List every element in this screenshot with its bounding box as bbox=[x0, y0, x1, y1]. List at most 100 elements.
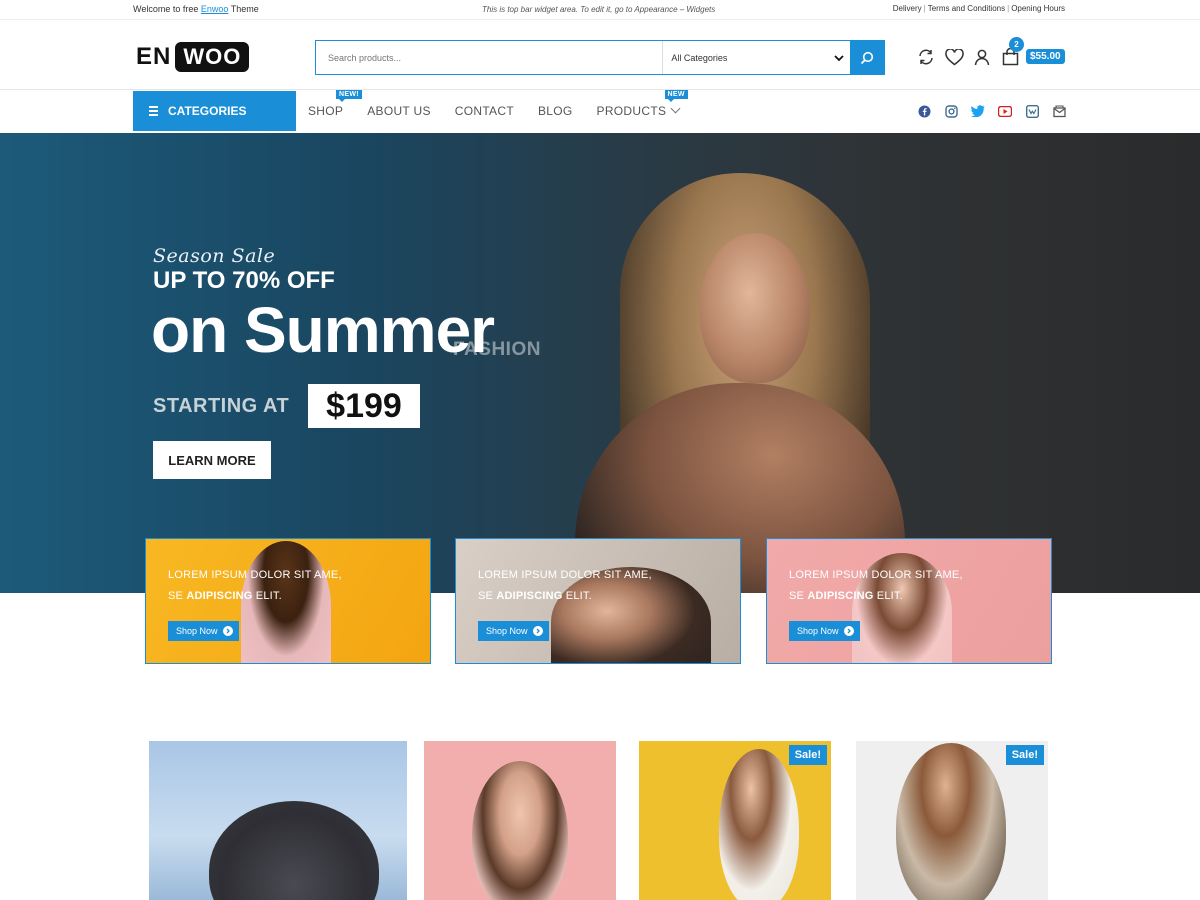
arrow-circle-icon bbox=[843, 626, 854, 636]
social-links bbox=[917, 104, 1066, 118]
shop-now-button[interactable]: Shop Now bbox=[789, 621, 860, 641]
welcome-text: Welcome to free Enwoo Theme bbox=[133, 4, 259, 14]
nav-item-about-us[interactable]: ABOUT US bbox=[367, 104, 431, 118]
header-icons bbox=[912, 45, 1024, 69]
nav-item-blog[interactable]: BLOG bbox=[538, 104, 573, 118]
promo-line1: LOREM IPSUM DOLOR SIT AME, bbox=[478, 569, 652, 581]
nav-item-products[interactable]: PRODUCTS NEW bbox=[596, 90, 688, 118]
promo-banner[interactable]: LOREM IPSUM DOLOR SIT AME, SE ADIPISCING… bbox=[455, 538, 741, 664]
nav-item-contact[interactable]: CONTACT bbox=[455, 104, 514, 118]
cart-total[interactable]: $55.00 bbox=[1026, 49, 1065, 64]
shop-now-button[interactable]: Shop Now bbox=[478, 621, 549, 641]
account-button[interactable] bbox=[968, 45, 996, 69]
learn-more-button[interactable]: LEARN MORE bbox=[153, 441, 271, 479]
terms-link[interactable]: Terms and Conditions bbox=[928, 4, 1005, 13]
youtube-icon bbox=[998, 105, 1012, 117]
site-logo[interactable]: EN WOO bbox=[136, 41, 250, 73]
new-badge: NEW! bbox=[336, 90, 362, 102]
vk-link[interactable] bbox=[1025, 104, 1039, 118]
nav-item-label: CONTACT bbox=[454, 104, 514, 118]
main-navigation: CATEGORIES SHOP NEW! ABOUT US CONTACT BL… bbox=[0, 90, 1200, 133]
user-icon bbox=[974, 49, 990, 65]
promo-banner[interactable]: LOREM IPSUM DOLOR SIT AME, SE ADIPISCING… bbox=[766, 538, 1052, 664]
cart-count-badge: 2 bbox=[1009, 37, 1024, 52]
promo-line2-suffix: ELIT. bbox=[565, 590, 592, 602]
opening-hours-link[interactable]: Opening Hours bbox=[1011, 4, 1065, 13]
instagram-icon bbox=[944, 104, 958, 118]
category-select[interactable]: All Categories bbox=[662, 41, 850, 74]
nav-item-label: PRODUCTS bbox=[596, 104, 667, 118]
product-card[interactable]: Sale! bbox=[856, 741, 1048, 900]
enwoo-link[interactable]: Enwoo bbox=[201, 4, 229, 14]
youtube-link[interactable] bbox=[998, 104, 1012, 118]
product-image bbox=[719, 749, 799, 900]
product-image bbox=[209, 801, 379, 900]
shop-now-label: Shop Now bbox=[486, 626, 528, 636]
promo-line2-suffix: ELIT. bbox=[876, 590, 903, 602]
promo-line2-bold: ADIPISCING bbox=[807, 590, 874, 602]
product-card[interactable]: Sale! bbox=[639, 741, 831, 900]
logo-text-en: EN bbox=[136, 43, 172, 70]
compare-button[interactable] bbox=[912, 45, 940, 69]
promo-text: LOREM IPSUM DOLOR SIT AME, SE ADIPISCING… bbox=[478, 565, 652, 607]
promo-text: LOREM IPSUM DOLOR SIT AME, SE ADIPISCING… bbox=[789, 565, 963, 607]
promo-text: LOREM IPSUM DOLOR SIT AME, SE ADIPISCING… bbox=[168, 565, 342, 607]
categories-label: CATEGORIES bbox=[168, 104, 247, 118]
hero-slider: Season Sale UP TO 70% OFF on Summer FASH… bbox=[0, 133, 1200, 593]
email-icon bbox=[1052, 104, 1066, 117]
facebook-link[interactable] bbox=[917, 104, 931, 118]
hero-model-face bbox=[700, 233, 810, 383]
logo-text-woo: WOO bbox=[175, 42, 250, 72]
hero-starting-label: STARTING AT bbox=[153, 395, 290, 417]
hero-script-line: Season Sale bbox=[153, 245, 276, 267]
product-search: All Categories bbox=[315, 40, 885, 75]
nav-item-label: BLOG bbox=[537, 104, 573, 118]
topbar-links: Delivery | Terms and Conditions | Opening Ho… bbox=[892, 4, 1065, 13]
site-header: EN WOO All Categories 2 $55.00 bbox=[0, 21, 1200, 90]
promo-line2-prefix: SE bbox=[789, 590, 805, 602]
hero-price: $199 bbox=[308, 384, 420, 428]
promo-line2-prefix: SE bbox=[478, 590, 494, 602]
hero-overlay-word: FASHION bbox=[453, 339, 541, 360]
arrow-circle-icon bbox=[532, 626, 543, 636]
primary-menu: SHOP NEW! ABOUT US CONTACT BLOG PRODUCTS… bbox=[308, 90, 703, 131]
wishlist-button[interactable] bbox=[940, 45, 968, 69]
sale-badge: Sale! bbox=[788, 745, 827, 765]
email-link[interactable] bbox=[1052, 104, 1066, 118]
welcome-suffix: Theme bbox=[230, 4, 259, 14]
sale-badge: Sale! bbox=[1005, 745, 1044, 765]
top-bar: Welcome to free Enwoo Theme This is top … bbox=[0, 0, 1200, 20]
promo-line2-bold: ADIPISCING bbox=[186, 590, 253, 602]
nav-item-label: SHOP bbox=[308, 104, 344, 118]
chevron-down-icon bbox=[670, 103, 681, 114]
search-icon bbox=[860, 51, 874, 64]
product-card[interactable] bbox=[424, 741, 616, 900]
category-select-value: All Categories bbox=[671, 52, 728, 63]
compare-icon bbox=[919, 49, 933, 65]
hero-discount-text: UP TO 70% OFF bbox=[153, 267, 335, 294]
vk-icon bbox=[1025, 104, 1039, 118]
product-card[interactable] bbox=[149, 741, 407, 900]
search-input[interactable] bbox=[316, 41, 663, 74]
new-badge: NEW bbox=[664, 90, 688, 102]
nav-item-shop[interactable]: SHOP NEW! bbox=[308, 90, 362, 118]
promo-banner[interactable]: LOREM IPSUM DOLOR SIT AME, SE ADIPISCING… bbox=[145, 538, 431, 664]
promo-line2-prefix: SE bbox=[168, 590, 184, 602]
instagram-link[interactable] bbox=[944, 104, 958, 118]
nav-item-label: ABOUT US bbox=[367, 104, 431, 118]
twitter-link[interactable] bbox=[971, 104, 985, 118]
menu-bars-icon bbox=[149, 106, 158, 116]
product-image bbox=[472, 761, 568, 900]
product-image bbox=[896, 743, 1006, 900]
chevron-down-icon bbox=[834, 54, 844, 61]
categories-button[interactable]: CATEGORIES bbox=[133, 91, 296, 131]
facebook-icon bbox=[918, 105, 930, 117]
promo-line2-suffix: ELIT. bbox=[255, 590, 282, 602]
shop-now-button[interactable]: Shop Now bbox=[168, 621, 239, 641]
welcome-prefix: Welcome to free bbox=[133, 4, 199, 14]
shop-now-label: Shop Now bbox=[797, 626, 839, 636]
twitter-icon bbox=[971, 105, 985, 117]
promo-line1: LOREM IPSUM DOLOR SIT AME, bbox=[168, 569, 342, 581]
search-button[interactable] bbox=[850, 41, 884, 74]
delivery-link[interactable]: Delivery bbox=[893, 4, 922, 13]
